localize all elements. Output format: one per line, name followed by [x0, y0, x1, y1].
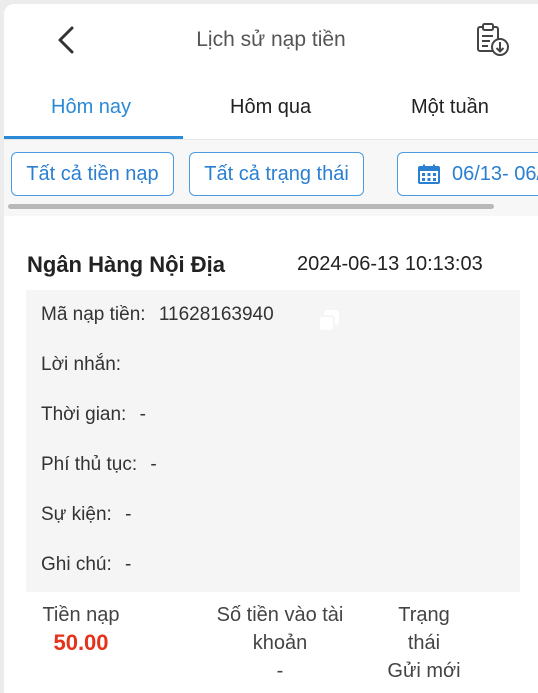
credited-amount-column: Số tiền vào tài khoản -: [200, 601, 360, 685]
filter-scrollbar[interactable]: [8, 204, 494, 209]
detail-row-message: Lời nhắn:: [41, 354, 129, 376]
status-label-line2: thái: [407, 632, 441, 654]
credited-amount-value: -: [276, 660, 284, 682]
credited-amount-label-line2: khoản: [252, 632, 308, 654]
deposit-type-filter[interactable]: Tất cả tiền nạp: [11, 152, 174, 196]
date-range-filter[interactable]: 06/13- 06/: [397, 152, 538, 196]
status-filter[interactable]: Tất cả trạng thái: [189, 152, 364, 196]
status-column: Trạng thái Gửi mới: [374, 601, 474, 685]
date-range-label: 06/13- 06/: [452, 163, 538, 185]
record-datetime: 2024-06-13 10:13:03: [297, 253, 483, 275]
detail-label: Phí thủ tục:: [41, 454, 138, 475]
credited-amount-label-line1: Số tiền vào tài: [216, 604, 344, 626]
detail-row-time: Thời gian: -: [41, 404, 146, 426]
deposit-code-value: 11628163940: [158, 304, 274, 325]
export-button[interactable]: [474, 22, 512, 58]
tab-yesterday[interactable]: Hôm qua: [230, 96, 311, 119]
detail-label: Lời nhắn:: [41, 354, 122, 375]
deposit-history-screen: Lịch sử nạp tiền Hôm nay Hôm qua Một tuầ…: [4, 4, 538, 693]
detail-label: Thời gian:: [41, 404, 127, 425]
calendar-icon: [418, 164, 440, 184]
deposit-amount-column: Tiền nạp 50.00: [36, 601, 126, 657]
note-value: -: [125, 554, 132, 575]
active-tab-indicator: [4, 136, 183, 139]
deposit-amount-value: 50.00: [53, 630, 109, 655]
header: Lịch sử nạp tiền: [4, 4, 538, 80]
detail-label: Sự kiện:: [41, 504, 112, 525]
detail-row-event: Sự kiện: -: [41, 504, 131, 526]
detail-row-deposit-code: Mã nạp tiền: 11628163940: [41, 304, 274, 326]
detail-box: Mã nạp tiền: 11628163940 Lời nhắn: Thời …: [26, 290, 520, 592]
bank-name: Ngân Hàng Nội Địa: [27, 252, 226, 277]
detail-label: Mã nạp tiền:: [41, 304, 146, 325]
page-title: Lịch sử nạp tiền: [196, 28, 346, 51]
tab-one-week[interactable]: Một tuần: [411, 96, 489, 119]
period-tabs: Hôm nay Hôm qua Một tuần: [4, 84, 538, 140]
status-value: Gửi mới: [387, 660, 461, 682]
detail-row-note: Ghi chú: -: [41, 554, 131, 576]
event-value: -: [125, 504, 132, 525]
filter-bar: Tất cả tiền nạp Tất cả trạng thái 06/13-…: [4, 140, 538, 216]
status-label-line1: Trạng: [398, 604, 450, 626]
deposit-record-card[interactable]: Ngân Hàng Nội Địa 2024-06-13 10:13:03 Mã…: [4, 216, 538, 693]
fee-value: -: [150, 454, 157, 475]
clipboard-download-icon: [477, 23, 509, 56]
deposit-amount-label: Tiền nạp: [42, 604, 120, 626]
detail-row-fee: Phí thủ tục: -: [41, 454, 157, 476]
copy-icon[interactable]: [314, 306, 344, 336]
time-value: -: [139, 404, 146, 425]
tab-today[interactable]: Hôm nay: [51, 96, 131, 119]
detail-label: Ghi chú:: [41, 554, 112, 575]
